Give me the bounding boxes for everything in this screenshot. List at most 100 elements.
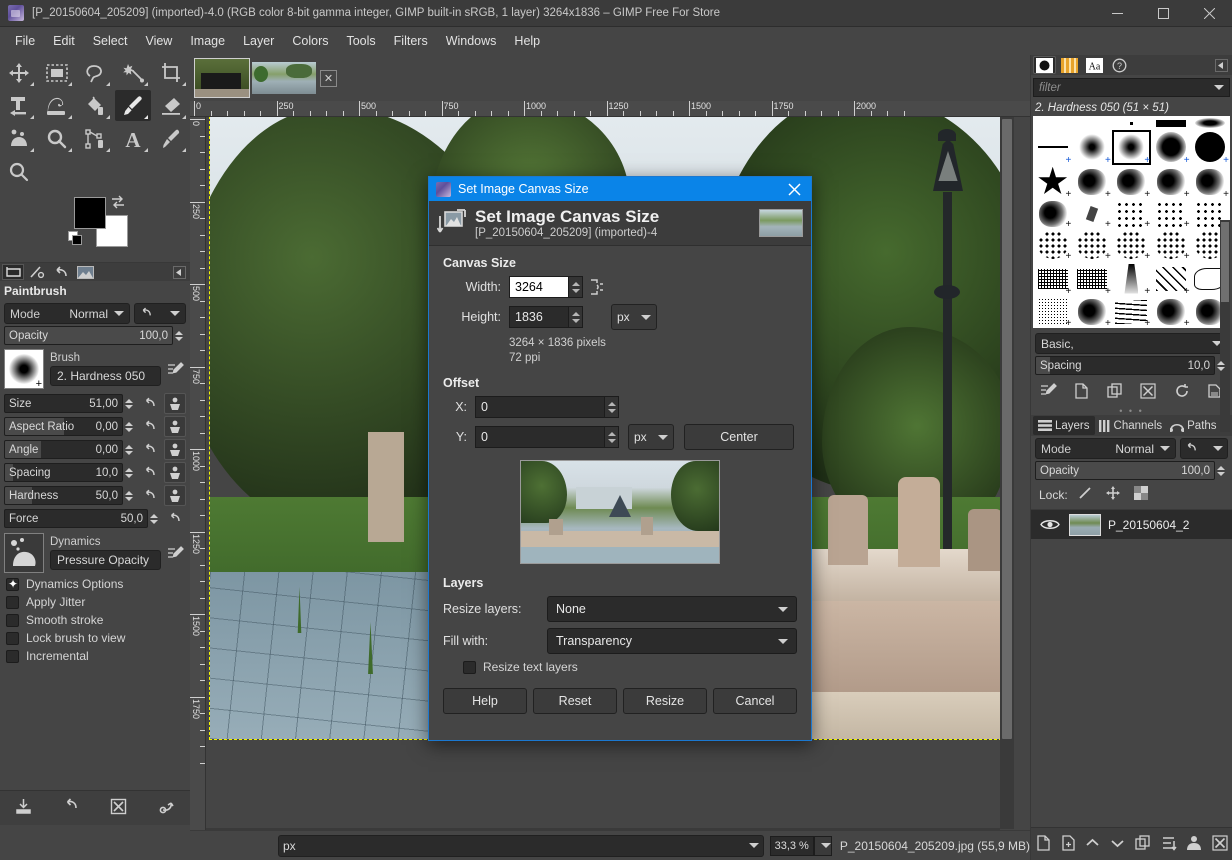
layer-visibility-icon[interactable] [1031,518,1069,531]
offset-y-spinner[interactable] [605,426,619,448]
menu-image[interactable]: Image [181,30,234,52]
edit-brush-icon[interactable] [1040,383,1057,401]
opacity-spinner[interactable] [175,330,186,341]
brush-cell[interactable]: + [1072,130,1111,165]
smooth-stroke-checkbox[interactable]: Smooth stroke [6,613,190,627]
color-picker-tool[interactable] [153,123,189,154]
fuzzy-select-tool[interactable] [115,57,151,88]
close-tab-icon[interactable]: ✕ [320,69,337,87]
brush-filter-input[interactable]: filter [1033,78,1230,97]
move-tool[interactable] [1,57,37,88]
hardness-slider[interactable]: Hardness 50,0 [4,486,123,505]
menu-tools[interactable]: Tools [337,30,384,52]
edit-brush-icon[interactable] [164,359,186,380]
brush-spacing-spinner[interactable] [1217,360,1228,371]
menu-layer[interactable]: Layer [234,30,283,52]
menu-edit[interactable]: Edit [44,30,84,52]
edit-dynamics-icon[interactable] [164,543,186,564]
resize-button[interactable]: Resize [623,688,707,714]
offset-x-spinner[interactable] [605,396,619,418]
brush-cell[interactable] [1033,116,1072,130]
horizontal-ruler[interactable]: 0 250 500 750 1000 1250 1500 1750 2000 [190,101,1030,117]
brush-cell[interactable]: + [1033,165,1072,199]
brush-cell[interactable]: + [1033,261,1072,296]
smudge-tool[interactable] [1,123,37,154]
aspect-ratio-spinner[interactable] [125,421,136,432]
lock-brush-to-view-checkbox[interactable]: Lock brush to view [6,631,190,645]
menu-select[interactable]: Select [84,30,137,52]
text-tool[interactable]: A [115,123,151,154]
raise-layer-icon[interactable] [1085,836,1100,853]
brush-cell[interactable]: + [1111,130,1152,165]
new-brush-icon[interactable] [1074,382,1089,402]
aspect-ratio-dynamics-icon[interactable] [164,416,186,437]
tab-paths[interactable]: Paths [1166,416,1220,435]
tab-tool-options[interactable] [2,264,24,280]
new-layer-group-icon[interactable] [1061,834,1076,854]
zoom-field[interactable]: 33,3 % [769,835,814,856]
angle-slider[interactable]: Angle 0,00 [4,440,123,459]
brush-preview[interactable]: + [4,349,44,390]
close-button[interactable] [1186,0,1232,27]
zoom-tool[interactable] [1,156,37,187]
mode-combo[interactable]: Mode Normal [4,303,130,324]
chain-link-icon[interactable] [587,279,607,295]
menu-help[interactable]: Help [505,30,549,52]
paintbrush-tool[interactable] [115,90,151,121]
canvas-offset-preview[interactable] [520,460,720,564]
reset-button[interactable]: Reset [533,688,617,714]
brush-grid[interactable]: ++++++++++++++++++++++++++++++ [1033,116,1230,328]
brush-cell[interactable]: + [1033,130,1072,165]
brushes-dock-menu-button[interactable] [1215,58,1228,72]
swap-colors-icon[interactable] [110,195,126,212]
menu-windows[interactable]: Windows [437,30,506,52]
dynamics-name-field[interactable]: Pressure Opacity [50,550,161,570]
fonts-tab[interactable]: Aa [1083,56,1106,74]
vertical-scrollbar[interactable] [1000,117,1014,829]
merge-down-icon[interactable] [1186,835,1202,854]
size-dynamics-icon[interactable] [164,393,186,414]
cancel-button[interactable]: Cancel [713,688,797,714]
warp-transform-tool[interactable] [39,90,75,121]
rectangle-select-tool[interactable] [39,57,75,88]
size-slider[interactable]: Size 51,00 [4,394,123,413]
lock-alpha-icon[interactable] [1133,486,1148,503]
document-history-tab[interactable]: ? [1108,56,1131,74]
resize-layers-combo[interactable]: None [547,596,797,622]
hardness-reset-icon[interactable] [139,485,161,506]
brush-cell[interactable]: + [1072,199,1111,230]
mode-reset-button[interactable] [134,303,186,324]
save-tool-preset-icon[interactable] [15,798,32,818]
fill-with-combo[interactable]: Transparency [547,628,797,654]
lock-position-icon[interactable] [1105,486,1120,503]
tab-layers[interactable]: Layers [1033,416,1095,435]
maximize-button[interactable] [1140,0,1186,27]
duplicate-brush-icon[interactable] [1107,382,1123,402]
dynamics-preview[interactable] [4,533,44,573]
angle-spinner[interactable] [125,444,136,455]
offset-unit-combo[interactable]: px [628,424,674,450]
menu-view[interactable]: View [136,30,181,52]
spacing-reset-icon[interactable] [139,462,161,483]
spacing-slider[interactable]: Spacing 10,0 [4,463,123,482]
brush-cell[interactable]: + [1072,165,1111,199]
size-reset-icon[interactable] [139,393,161,414]
free-select-tool[interactable] [77,57,113,88]
minimize-button[interactable] [1094,0,1140,27]
set-image-canvas-size-dialog[interactable]: Set Image Canvas Size Set Image Canvas S… [428,176,812,741]
new-layer-icon[interactable] [1036,834,1051,854]
hardness-spinner[interactable] [125,490,136,501]
layer-opacity-slider[interactable]: Opacity 100,0 [1035,461,1215,480]
dialog-close-button[interactable] [777,177,811,201]
tab-device-status[interactable] [26,264,48,280]
brush-cell[interactable]: + [1033,229,1072,262]
layer-opacity-spinner[interactable] [1217,465,1228,476]
dock-resize-grip[interactable]: • • • [1031,406,1232,416]
menu-colors[interactable]: Colors [283,30,337,52]
force-slider[interactable]: Force 50,0 [4,509,148,528]
brush-cell[interactable]: + [1033,199,1072,230]
statusbar-unit-combo[interactable]: px [278,834,764,857]
incremental-checkbox[interactable]: Incremental [6,649,190,663]
lock-pixels-icon[interactable] [1078,486,1092,503]
opacity-slider[interactable]: Opacity 100,0 [4,326,173,345]
